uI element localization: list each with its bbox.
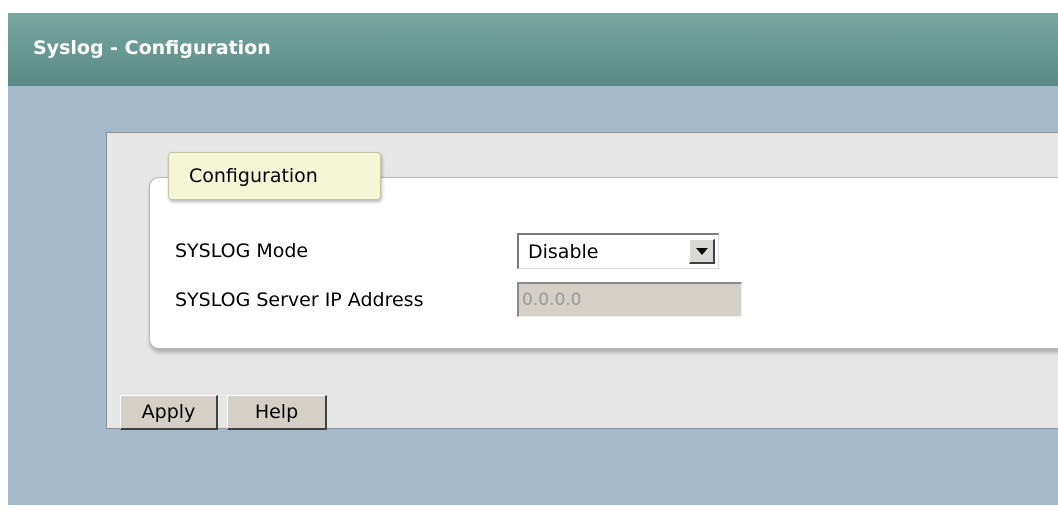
content-area: SYSLOG Mode SYSLOG Server IP Address Con…: [8, 86, 1058, 505]
config-panel: SYSLOG Mode SYSLOG Server IP Address Con…: [106, 132, 1058, 430]
syslog-mode-label: SYSLOG Mode: [175, 240, 309, 262]
syslog-server-ip-label: SYSLOG Server IP Address: [175, 289, 424, 311]
page-title: Syslog - Configuration: [33, 37, 271, 59]
configuration-legend: Configuration: [168, 152, 381, 200]
syslog-server-ip-input[interactable]: [517, 282, 742, 317]
configuration-legend-label: Configuration: [189, 165, 318, 187]
syslog-mode-value: Disable: [528, 241, 599, 263]
select-dropdown-button[interactable]: [689, 239, 715, 264]
apply-button[interactable]: Apply: [120, 395, 218, 430]
syslog-mode-select[interactable]: Disable: [517, 233, 719, 269]
help-button[interactable]: Help: [227, 395, 327, 430]
chevron-down-icon: [696, 248, 708, 255]
page-header: Syslog - Configuration: [8, 13, 1058, 86]
